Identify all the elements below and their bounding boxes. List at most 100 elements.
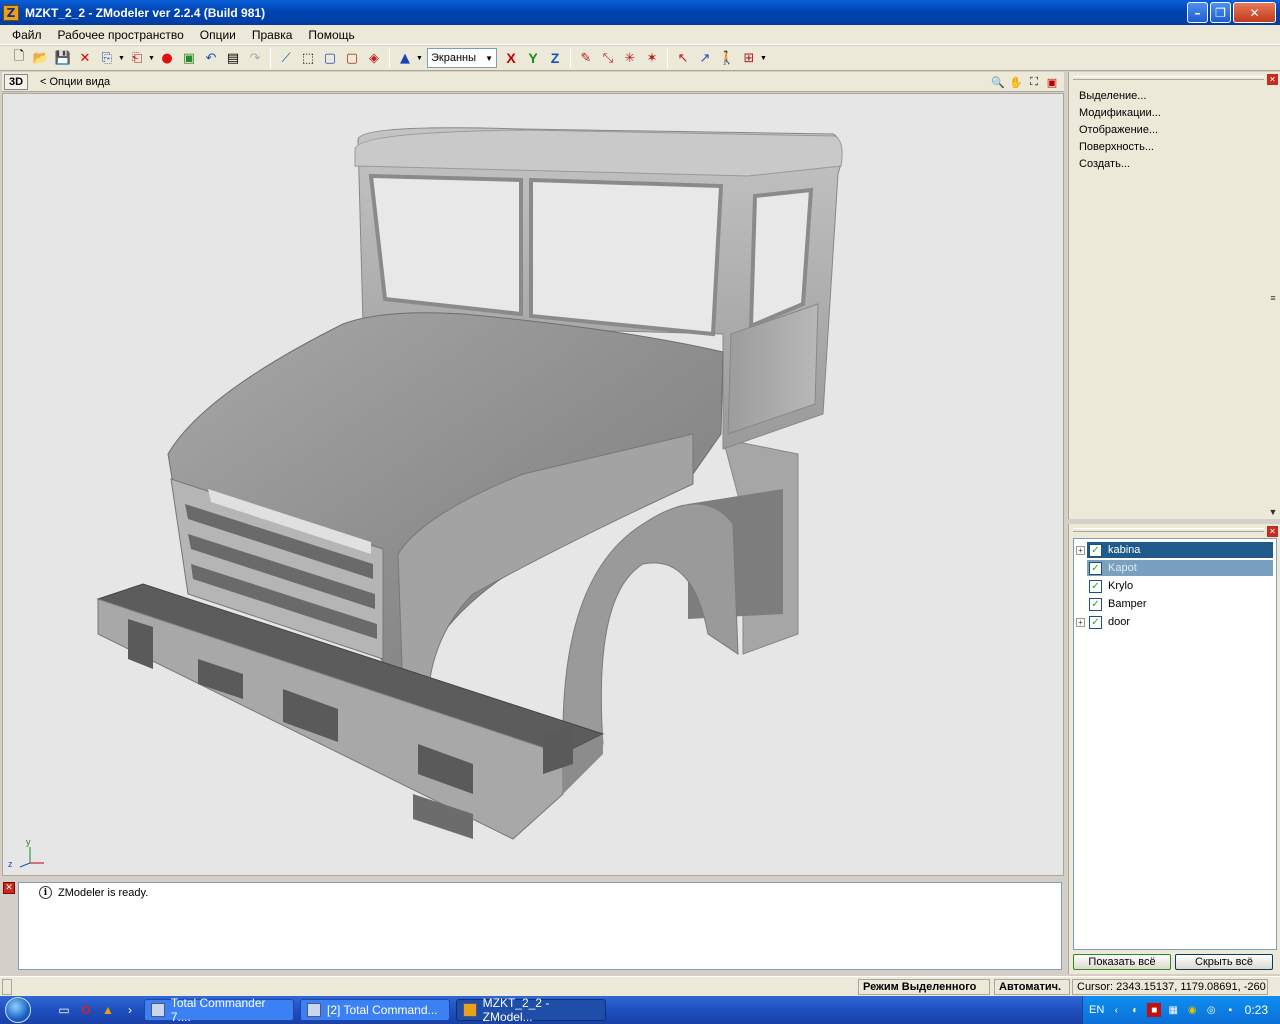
close-panel-icon[interactable]: ✕ <box>1267 74 1278 85</box>
tree-item-kabina[interactable]: + ✓ kabina <box>1074 541 1276 559</box>
link-create[interactable]: Создать... <box>1079 156 1161 173</box>
expand-icon[interactable]: + <box>1076 545 1085 555</box>
axis-gizmo: y z <box>8 837 48 871</box>
redo-icon[interactable]: ↷ <box>244 47 266 69</box>
pick-tool-icon[interactable]: ↗ <box>694 47 716 69</box>
restore-button[interactable]: ❐ <box>1210 2 1231 23</box>
panel-grip[interactable] <box>1073 76 1264 80</box>
scroll-thumb-icon[interactable]: ≡ <box>1270 293 1275 303</box>
import-dropdown-icon[interactable]: ▼ <box>118 55 126 62</box>
show-all-button[interactable]: Показать всё <box>1073 954 1171 970</box>
visibility-checkbox[interactable]: ✓ <box>1089 543 1102 557</box>
import-icon[interactable]: ⎘ <box>96 47 118 69</box>
minimize-button[interactable]: – <box>1187 2 1208 23</box>
group-dropdown-icon[interactable]: ▼ <box>760 55 768 62</box>
record-icon[interactable]: ● <box>156 47 178 69</box>
disk-icon[interactable]: ▭ <box>56 1002 72 1018</box>
move-axis-icon[interactable]: ⤡ <box>597 47 619 69</box>
close-panel-icon[interactable]: ✕ <box>1267 526 1278 537</box>
language-indicator[interactable]: EN <box>1089 1004 1104 1016</box>
zoom-icon[interactable]: 🔍 <box>990 74 1006 90</box>
close-log-icon[interactable]: ✕ <box>3 882 15 894</box>
cube-red-icon[interactable]: ▢ <box>341 47 363 69</box>
link-display[interactable]: Отображение... <box>1079 122 1161 139</box>
cube-redfill-icon[interactable]: ◈ <box>363 47 385 69</box>
link-selection[interactable]: Выделение... <box>1079 88 1161 105</box>
flag-icon[interactable]: ▦ <box>1166 1003 1180 1017</box>
tree-item-label: kabina <box>1108 544 1141 556</box>
task-total-commander-1[interactable]: Total Commander 7.... <box>144 996 294 1024</box>
menu-file[interactable]: Файл <box>4 28 50 42</box>
paint-icon[interactable]: ✎ <box>575 47 597 69</box>
visibility-checkbox[interactable]: ✓ <box>1089 579 1102 593</box>
panel-grip[interactable] <box>1073 528 1264 532</box>
visibility-checkbox[interactable]: ✓ <box>1089 615 1102 629</box>
export-dropdown-icon[interactable]: ▼ <box>148 55 156 62</box>
expand-icon[interactable]: + <box>1076 617 1085 627</box>
menu-options[interactable]: Опции <box>192 28 244 42</box>
zmodeler-icon <box>463 1003 477 1017</box>
texture-icon[interactable]: ▣ <box>178 47 200 69</box>
menu-workspace[interactable]: Рабочее пространство <box>50 28 192 42</box>
tree-item-kapot[interactable]: ✓ Kapot <box>1074 559 1276 577</box>
visibility-checkbox[interactable]: ✓ <box>1089 561 1102 575</box>
select-tool-icon[interactable]: ↖ <box>672 47 694 69</box>
link-surface[interactable]: Поверхность... <box>1079 139 1161 156</box>
view-mode-button[interactable]: 3D <box>4 73 28 90</box>
media-icon[interactable]: ◉ <box>1185 1003 1199 1017</box>
opera-icon[interactable]: O <box>78 1002 94 1018</box>
new-file-icon[interactable]: 🗋 <box>8 47 30 69</box>
pan-hand-icon[interactable]: ✋ <box>1008 74 1024 90</box>
panel-scrollbar[interactable]: ≡ ▼ <box>1268 88 1278 518</box>
open-file-icon[interactable]: 📂 <box>30 47 52 69</box>
wireframe-box-icon[interactable]: ⬚ <box>297 47 319 69</box>
chevron-right-icon[interactable]: › <box>122 1002 138 1018</box>
start-button[interactable] <box>0 996 36 1024</box>
shading-dropdown-icon[interactable]: ▼ <box>416 55 424 62</box>
vertex-mode-icon[interactable]: ⟋ <box>275 47 297 69</box>
tree-item-krylo[interactable]: ✓ Krylo <box>1074 577 1276 595</box>
status-mode[interactable]: Режим Выделенного <box>858 979 990 995</box>
axis-z-button[interactable]: Z <box>544 47 566 69</box>
tray-expand-icon[interactable]: ‹ <box>1109 1003 1123 1017</box>
task-total-commander-2[interactable]: [2] Total Command... <box>300 999 450 1021</box>
object-tree[interactable]: + ✓ kabina ✓ Kapot ✓ Krylo ✓ Bamper + ✓ … <box>1073 538 1277 950</box>
gizmo-z-label: z <box>8 859 13 869</box>
status-auto[interactable]: Автоматич. <box>994 979 1070 995</box>
hide-all-button[interactable]: Скрыть всё <box>1175 954 1273 970</box>
export-icon[interactable]: ⎗ <box>126 47 148 69</box>
save-icon[interactable]: 💾 <box>52 47 74 69</box>
axis-x-button[interactable]: X <box>500 47 522 69</box>
delete-icon[interactable]: ✕ <box>74 47 96 69</box>
clock[interactable]: 0:23 <box>1245 1003 1268 1017</box>
3d-viewport[interactable]: y z <box>2 93 1064 876</box>
stats-icon[interactable]: ▪ <box>1223 1003 1237 1017</box>
view-options-link[interactable]: < Опции вида <box>40 76 110 88</box>
tree-item-door[interactable]: + ✓ door <box>1074 613 1276 631</box>
disc-icon[interactable]: ◎ <box>1204 1003 1218 1017</box>
scale-axis-icon[interactable]: ✳ <box>619 47 641 69</box>
network-icon[interactable]: ◐ <box>1128 1003 1142 1017</box>
undo-icon[interactable]: ↶ <box>200 47 222 69</box>
close-button[interactable]: ✕ <box>1233 2 1276 23</box>
tree-item-bamper[interactable]: ✓ Bamper <box>1074 595 1276 613</box>
shading-icon[interactable]: ▲ <box>394 47 416 69</box>
coordinate-select[interactable]: Экранны ▼ <box>427 48 497 68</box>
zoom-region-icon[interactable]: ⛶ <box>1026 74 1042 90</box>
group-tool-icon[interactable]: ⊞ <box>738 47 760 69</box>
log-output[interactable]: i ZModeler is ready. <box>18 882 1062 970</box>
antivirus-icon[interactable]: ■ <box>1147 1003 1162 1017</box>
menu-edit[interactable]: Правка <box>244 28 301 42</box>
notes-icon[interactable]: ▤ <box>222 47 244 69</box>
rotate-axis-icon[interactable]: ✶ <box>641 47 663 69</box>
axis-y-button[interactable]: Y <box>522 47 544 69</box>
task-zmodeler[interactable]: MZKT_2_2 - ZModel... <box>456 996 606 1024</box>
aimp-icon[interactable]: ▲ <box>100 1002 116 1018</box>
menu-help[interactable]: Помощь <box>300 28 362 42</box>
maximize-viewport-icon[interactable]: ▣ <box>1044 74 1060 90</box>
link-modifications[interactable]: Модификации... <box>1079 105 1161 122</box>
visibility-checkbox[interactable]: ✓ <box>1089 597 1102 611</box>
walk-tool-icon[interactable]: 🚶 <box>716 47 738 69</box>
cube-blue-icon[interactable]: ▢ <box>319 47 341 69</box>
scroll-down-icon[interactable]: ▼ <box>1269 507 1278 517</box>
